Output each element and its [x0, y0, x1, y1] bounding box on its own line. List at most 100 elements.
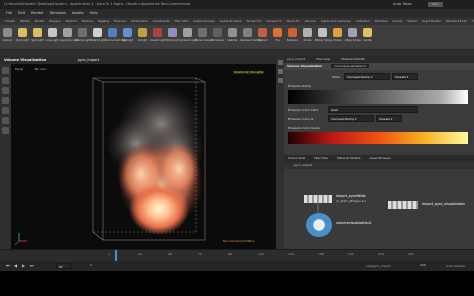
shelf-tool-label: Flames — [333, 39, 342, 42]
menu-assets[interactable]: Assets — [72, 9, 84, 18]
emission-color-presets-dropdown[interactable]: Presets ▾ — [376, 115, 402, 122]
jump-start-icon[interactable]: ⏮ — [6, 263, 10, 268]
shelf-tab-5[interactable]: Texture — [82, 18, 93, 25]
shelf-tool-8[interactable]: Sky Light — [120, 25, 135, 49]
node-type-label: Volume Visualization — [287, 64, 323, 68]
shelf-tab-10[interactable]: Hair Utils — [175, 18, 189, 25]
param-tab-2[interactable]: Material Palette — [341, 57, 365, 61]
emission-color-field-input[interactable]: heat — [328, 106, 418, 113]
shelf-tool-1[interactable]: Point Light — [15, 25, 30, 49]
shelf-tool-14[interactable]: VR Camera — [210, 25, 225, 49]
shelf-tool-3[interactable]: Area Light — [45, 25, 60, 49]
main-desktop-button[interactable]: Main — [428, 2, 444, 7]
pose-tool-icon[interactable] — [2, 117, 9, 124]
network-wires — [317, 203, 319, 213]
auto-takes-label[interactable]: Auto Takes — [393, 0, 412, 9]
shelf-tool-19[interactable]: Explosion — [285, 25, 300, 49]
node-name-field[interactable]: volumevisualization1 — [331, 64, 370, 68]
shelf-tab-21[interactable]: Vellum — [407, 18, 417, 25]
shelf-tab-0[interactable]: Create — [5, 18, 15, 25]
viewport-camera-label[interactable]: No cam — [35, 67, 46, 71]
display-options-icon[interactable] — [277, 60, 283, 65]
shelf-tab-11[interactable]: Guide Process — [193, 18, 214, 25]
lighting-icon[interactable] — [277, 78, 283, 83]
shelf-tool-17[interactable]: Flipbook — [255, 25, 270, 49]
shelf-tab-18[interactable]: Collisions — [356, 18, 370, 25]
view-tool-icon[interactable] — [2, 127, 9, 134]
current-frame-field[interactable]: 67 — [56, 263, 72, 269]
select-tool-icon[interactable] — [2, 67, 9, 74]
end-frame-label[interactable]: 240 — [420, 263, 426, 267]
scale-tool-icon[interactable] — [2, 97, 9, 104]
shelf-tab-12[interactable]: Guide Brushes — [220, 18, 242, 25]
shelf-tab-4[interactable]: Deform — [66, 18, 77, 25]
shelf-tab-7[interactable]: Muscles — [114, 18, 126, 25]
shelf-tab-20[interactable]: Grains — [393, 18, 403, 25]
shelf-tool-0[interactable]: Camera — [0, 25, 15, 49]
viewport-obj-path[interactable]: pyro_import — [78, 58, 100, 62]
shelf-tab-22[interactable]: Rigid Bodies — [422, 18, 441, 25]
shelf-tab-1[interactable]: Modify — [20, 18, 30, 25]
move-tool-icon[interactable] — [2, 77, 9, 84]
menu-edit[interactable]: Edit — [18, 9, 25, 18]
param-tab-1[interactable]: Tree View — [316, 57, 330, 61]
shelf-tab-2[interactable]: Model — [35, 18, 44, 25]
shelf-tool-15[interactable]: Switcher — [225, 25, 240, 49]
shelf-tool-7[interactable]: Environment Light — [105, 25, 127, 49]
viewport-persp-label[interactable]: Persp — [15, 67, 23, 71]
jump-end-icon[interactable]: ⏭ — [30, 263, 34, 268]
step-back-icon[interactable]: ◀ — [14, 263, 17, 268]
shelf-tool-24[interactable]: Candle — [360, 25, 375, 49]
menu-file[interactable]: File — [6, 9, 12, 18]
shelf-tool-22[interactable]: Flames — [330, 25, 345, 49]
menu-windows[interactable]: Windows — [50, 9, 66, 18]
rotate-tool-icon[interactable] — [2, 87, 9, 94]
auto-update-label[interactable]: Auto Update — [446, 264, 465, 268]
shelf-tool-5[interactable]: Volume Light — [75, 25, 91, 49]
shelf-tool-11[interactable]: Portal Light — [165, 25, 180, 49]
param-tab-0[interactable]: pyro_import — [287, 57, 305, 61]
playbar-timeline[interactable]: 1 24 48 72 96 120 144 168 192 216 240 — [0, 249, 474, 261]
shelf-tool-23[interactable]: Wispy Smoke — [345, 25, 361, 49]
shelf-tool-18[interactable]: Fire — [270, 25, 285, 49]
start-frame-label[interactable]: 1 — [90, 263, 92, 267]
shelf-tool-label: Area Light — [46, 39, 59, 42]
shelf-tab-19[interactable]: Particles — [375, 18, 388, 25]
menu-render[interactable]: Render — [31, 9, 44, 18]
shelf-tool-9[interactable]: GI Light — [135, 25, 150, 49]
timeline-tick-label: 24 — [138, 252, 142, 256]
shelf-tab-6[interactable]: Rigging — [98, 18, 109, 25]
shelf-tab-9[interactable]: Constraints — [153, 18, 170, 25]
emission-color-mode-dropdown[interactable]: Clamped Ramp ▾ — [328, 115, 374, 122]
shelf-tab-17[interactable]: Lights and Cameras — [321, 18, 351, 25]
handle-tool-icon[interactable] — [2, 107, 9, 114]
shelf-tool-2[interactable]: Spot Light — [30, 25, 45, 49]
playhead-marker[interactable] — [115, 250, 117, 261]
shelf-tool-20[interactable]: Smoke — [300, 25, 315, 49]
shelf-tab-14[interactable]: Simple FX — [266, 18, 281, 25]
shelf-tool-16[interactable]: Gamepad Camera — [240, 25, 262, 49]
shelf-tool-21[interactable]: Billowy Smoke — [315, 25, 332, 49]
timeline-tick-label: 216 — [378, 252, 384, 256]
shelf-tab-15[interactable]: Cloud FX — [286, 18, 299, 25]
shelf-tab-8[interactable]: Characters — [131, 18, 147, 25]
shelf-tab-16[interactable]: Volume — [305, 18, 316, 25]
shelf-tool-10[interactable]: Caustic Light — [150, 25, 166, 49]
emission-ramp-gradient[interactable] — [288, 90, 468, 104]
shelf-tab-23[interactable]: Particle Fluids — [446, 18, 467, 25]
mode-dropdown[interactable]: Clamped Ramp ▾ — [344, 73, 390, 80]
emission-color-ramp-gradient[interactable] — [288, 132, 468, 144]
shelf-tab-13[interactable]: Terrain FX — [246, 18, 261, 25]
shelf-tool-6[interactable]: Distant Light — [90, 25, 105, 49]
shelf-tool-4[interactable]: Geometry Light — [60, 25, 79, 49]
presets-dropdown[interactable]: Presets ▾ — [392, 73, 418, 80]
shelf-tool-12[interactable]: Ambient Light — [180, 25, 197, 49]
shelf-tool-icon — [153, 28, 162, 37]
menu-help[interactable]: Help — [90, 9, 98, 18]
snap-icon[interactable] — [277, 69, 283, 74]
shelf-tool-row: Camera Point Light Spot Light Area Light Geo… — [0, 25, 474, 50]
play-icon[interactable]: ▶ — [22, 263, 25, 268]
3d-viewport[interactable]: Persp No cam Volume Viz / No Lights Non-… — [11, 64, 276, 249]
shelf-tool-13[interactable]: Stereo Camera — [195, 25, 213, 49]
shelf-tab-3[interactable]: Polygon — [49, 18, 61, 25]
